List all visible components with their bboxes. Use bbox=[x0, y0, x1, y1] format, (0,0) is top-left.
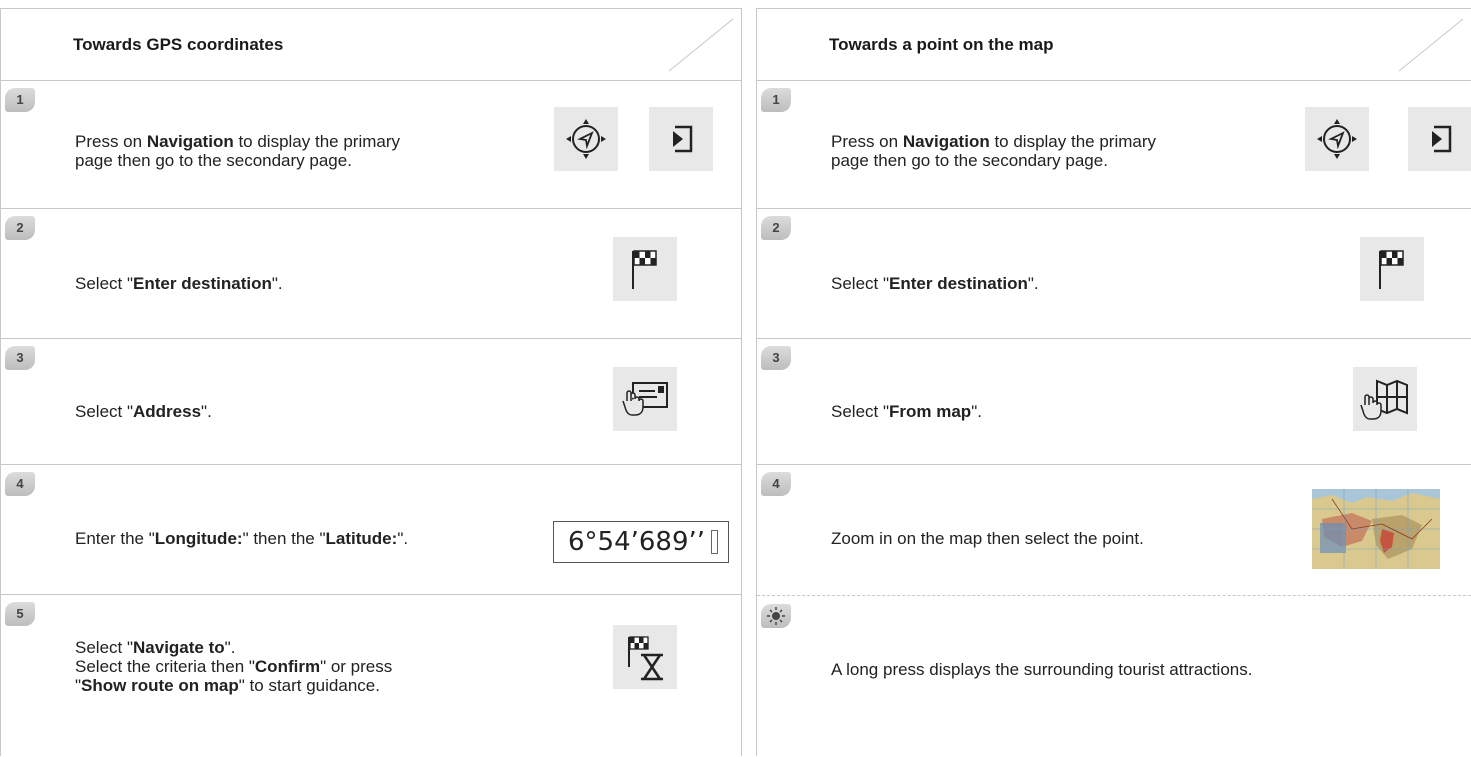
map-thumbnail[interactable] bbox=[1312, 489, 1440, 569]
step-1: 1 Press on Navigation to display the pri… bbox=[1, 81, 741, 209]
step-text: Enter the "Longitude:" then the "Latitud… bbox=[75, 529, 409, 548]
panel-header: Towards GPS coordinates bbox=[1, 9, 741, 81]
tip-row: A long press displays the surrounding to… bbox=[757, 595, 1471, 757]
step-text: Select "Enter destination". bbox=[831, 274, 1039, 293]
header-corner-slash bbox=[668, 18, 734, 72]
address-card-icon[interactable] bbox=[613, 367, 677, 431]
step-2: 2 Select "Enter destination". bbox=[1, 209, 741, 339]
panel-gps-coordinates: Towards GPS coordinates 1 Press on Navig… bbox=[0, 8, 742, 756]
destination-flag-icon[interactable] bbox=[1360, 237, 1424, 301]
panel-title: Towards GPS coordinates bbox=[73, 35, 284, 54]
step-number-badge: 4 bbox=[5, 472, 35, 496]
tip-sun-icon bbox=[761, 604, 791, 628]
panel-header: Towards a point on the map bbox=[757, 9, 1471, 81]
step-number-badge: 2 bbox=[5, 216, 35, 240]
step-5: 5 Select "Navigate to". Select the crite… bbox=[1, 595, 741, 757]
step-number-badge: 2 bbox=[761, 216, 791, 240]
step-3: 3 Select "Address". bbox=[1, 339, 741, 465]
step-number-badge: 4 bbox=[761, 472, 791, 496]
step-1: 1 Press on Navigation to display the pri… bbox=[757, 81, 1471, 209]
text-cursor bbox=[711, 530, 718, 554]
step-number-badge: 5 bbox=[5, 602, 35, 626]
step-text: Select "Navigate to". Select the criteri… bbox=[75, 638, 393, 695]
from-map-icon[interactable] bbox=[1353, 367, 1417, 431]
step-text: Zoom in on the map then select the point… bbox=[831, 529, 1144, 548]
step-text: Select "Address". bbox=[75, 402, 212, 421]
navigation-icon[interactable] bbox=[554, 107, 618, 171]
header-corner-slash bbox=[1398, 18, 1464, 72]
step-text: Select "From map". bbox=[831, 402, 982, 421]
step-text: Select "Enter destination". bbox=[75, 274, 283, 293]
navigation-icon[interactable] bbox=[1305, 107, 1369, 171]
coordinate-entry-field[interactable]: 6°54’689’’ bbox=[553, 521, 729, 563]
tip-text: A long press displays the surrounding to… bbox=[831, 660, 1253, 679]
step-number-badge: 3 bbox=[761, 346, 791, 370]
step-3: 3 Select "From map". bbox=[757, 339, 1471, 465]
step-number-badge: 1 bbox=[5, 88, 35, 112]
destination-flag-icon[interactable] bbox=[613, 237, 677, 301]
panel-title: Towards a point on the map bbox=[829, 35, 1054, 54]
step-number-badge: 3 bbox=[5, 346, 35, 370]
step-4: 4 Zoom in on the map then select the poi… bbox=[757, 465, 1471, 595]
step-4: 4 Enter the "Longitude:" then the "Latit… bbox=[1, 465, 741, 595]
secondary-page-icon[interactable] bbox=[1408, 107, 1471, 171]
panel-map-point: Towards a point on the map 1 Press on Na… bbox=[756, 8, 1471, 756]
coordinate-value: 6°54’689’’ bbox=[568, 527, 706, 557]
step-2: 2 Select "Enter destination". bbox=[757, 209, 1471, 339]
secondary-page-icon[interactable] bbox=[649, 107, 713, 171]
step-text: Press on Navigation to display the prima… bbox=[75, 132, 401, 170]
step-text: Press on Navigation to display the prima… bbox=[831, 132, 1157, 170]
flag-hourglass-icon[interactable] bbox=[613, 625, 677, 689]
step-number-badge: 1 bbox=[761, 88, 791, 112]
